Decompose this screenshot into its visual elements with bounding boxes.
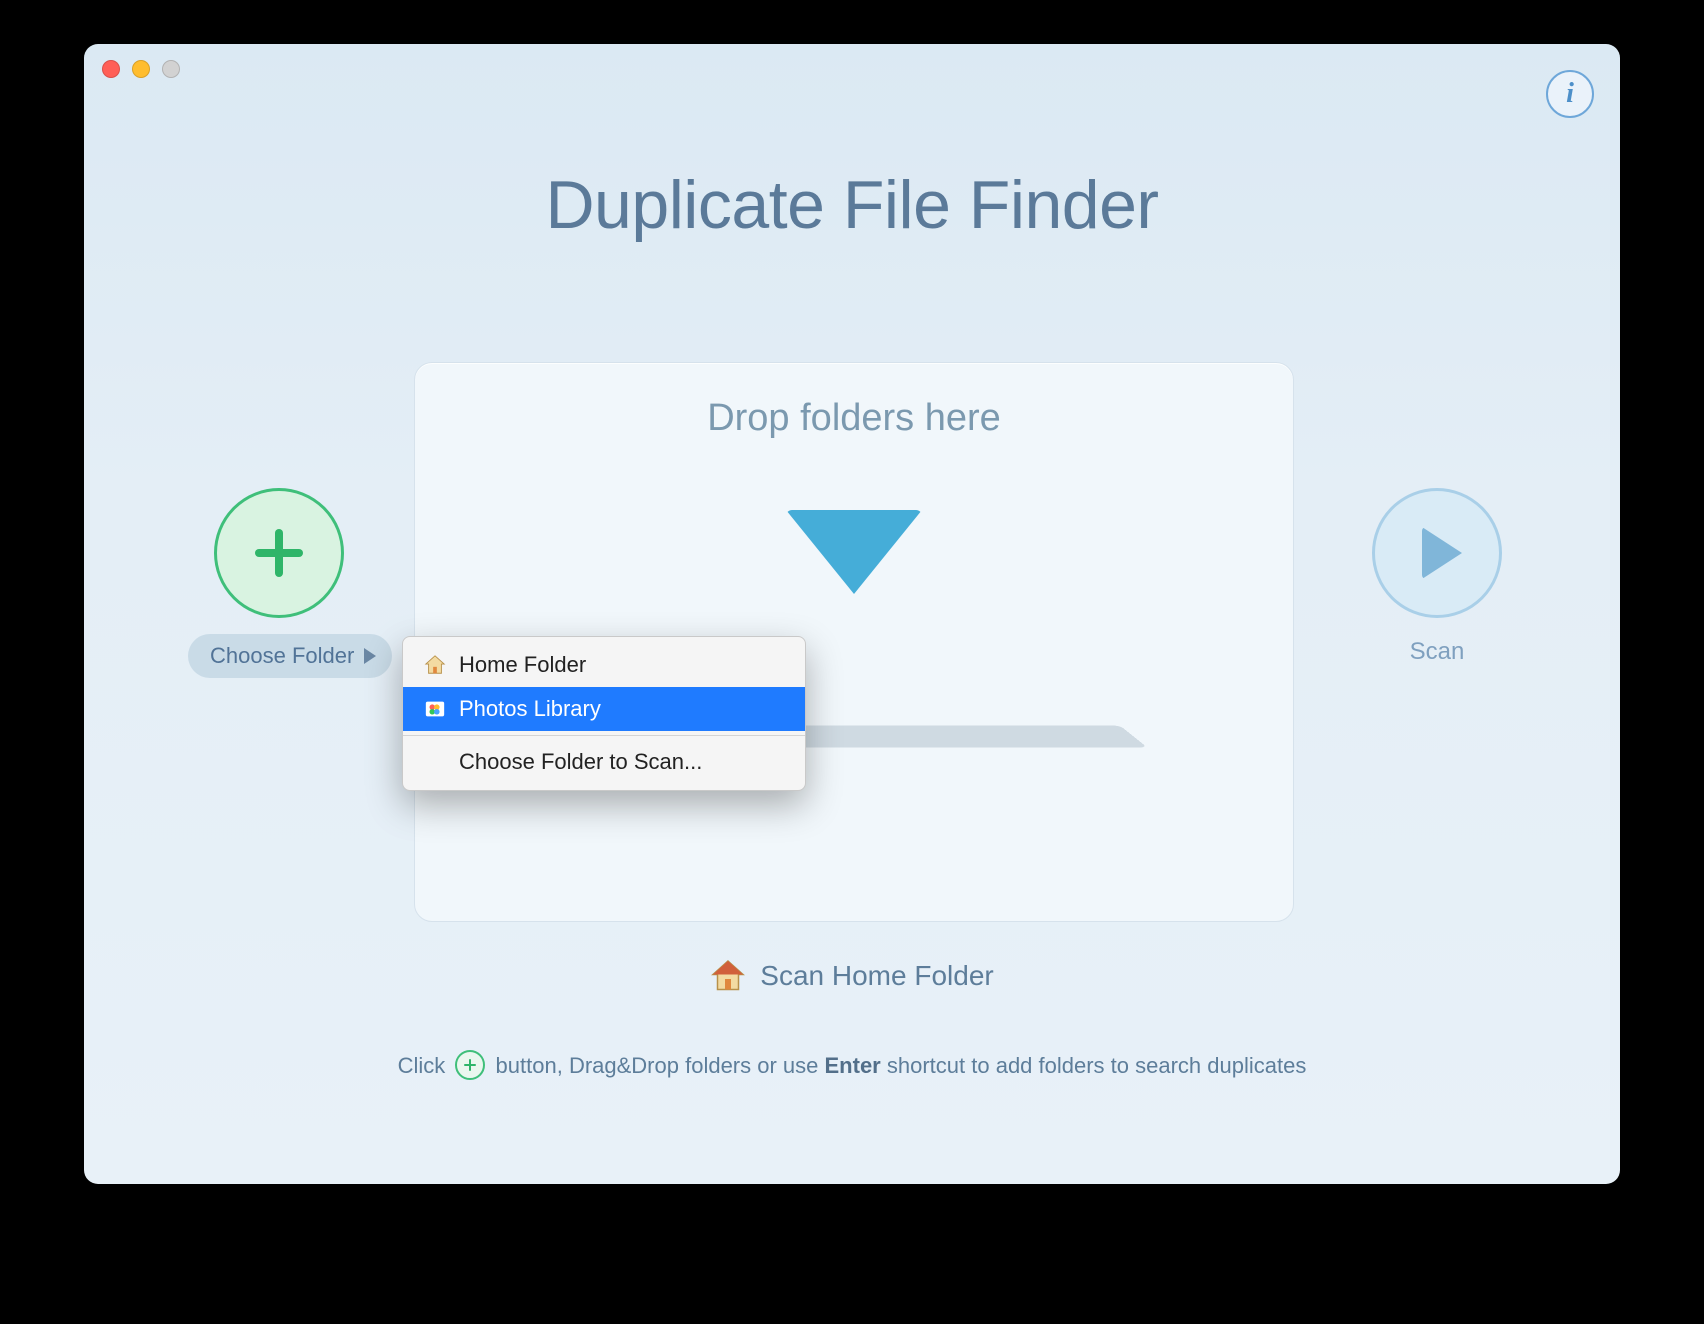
scan-button-label: Scan — [1372, 638, 1502, 666]
close-window-button[interactable] — [102, 60, 120, 78]
home-icon — [423, 653, 447, 677]
menu-item-choose-folder[interactable]: Choose Folder to Scan... — [403, 740, 805, 784]
menu-item-label: Home Folder — [459, 652, 586, 678]
chevron-right-icon — [364, 648, 376, 664]
hint-part: shortcut to add folders to search duplic… — [887, 1053, 1306, 1078]
play-icon — [1422, 527, 1462, 579]
hint-shortcut: Enter — [825, 1053, 881, 1078]
minimize-window-button[interactable] — [132, 60, 150, 78]
menu-item-label: Choose Folder to Scan... — [459, 749, 702, 775]
choose-folder-menu: Home Folder Photos Library Choose Folder… — [402, 636, 806, 791]
plus-icon — [247, 521, 311, 585]
hint-text: Click button, Drag&Drop folders or use E… — [84, 1052, 1620, 1082]
add-folder-button[interactable] — [214, 488, 344, 618]
menu-separator — [403, 735, 805, 736]
drop-zone-title: Drop folders here — [415, 397, 1293, 440]
plus-icon — [455, 1050, 485, 1080]
menu-item-label: Photos Library — [459, 696, 601, 722]
info-icon: i — [1566, 80, 1574, 108]
home-icon — [710, 958, 746, 994]
photos-icon — [423, 697, 447, 721]
choose-folder-label: Choose Folder — [210, 643, 354, 669]
app-window: i Duplicate File Finder Drop folders her… — [84, 44, 1620, 1184]
hint-part: Click — [398, 1053, 452, 1078]
menu-item-home-folder[interactable]: Home Folder — [403, 643, 805, 687]
info-button[interactable]: i — [1546, 70, 1594, 118]
window-controls — [102, 60, 180, 78]
hint-part: button, Drag&Drop folders or use — [496, 1053, 825, 1078]
zoom-window-button[interactable] — [162, 60, 180, 78]
choose-folder-dropdown[interactable]: Choose Folder — [188, 634, 392, 678]
scan-home-folder-button[interactable]: Scan Home Folder — [84, 958, 1620, 994]
down-arrow-icon — [786, 510, 922, 594]
scan-button[interactable] — [1372, 488, 1502, 618]
scan-home-folder-label: Scan Home Folder — [760, 960, 993, 992]
app-title: Duplicate File Finder — [84, 166, 1620, 244]
menu-item-photos-library[interactable]: Photos Library — [403, 687, 805, 731]
